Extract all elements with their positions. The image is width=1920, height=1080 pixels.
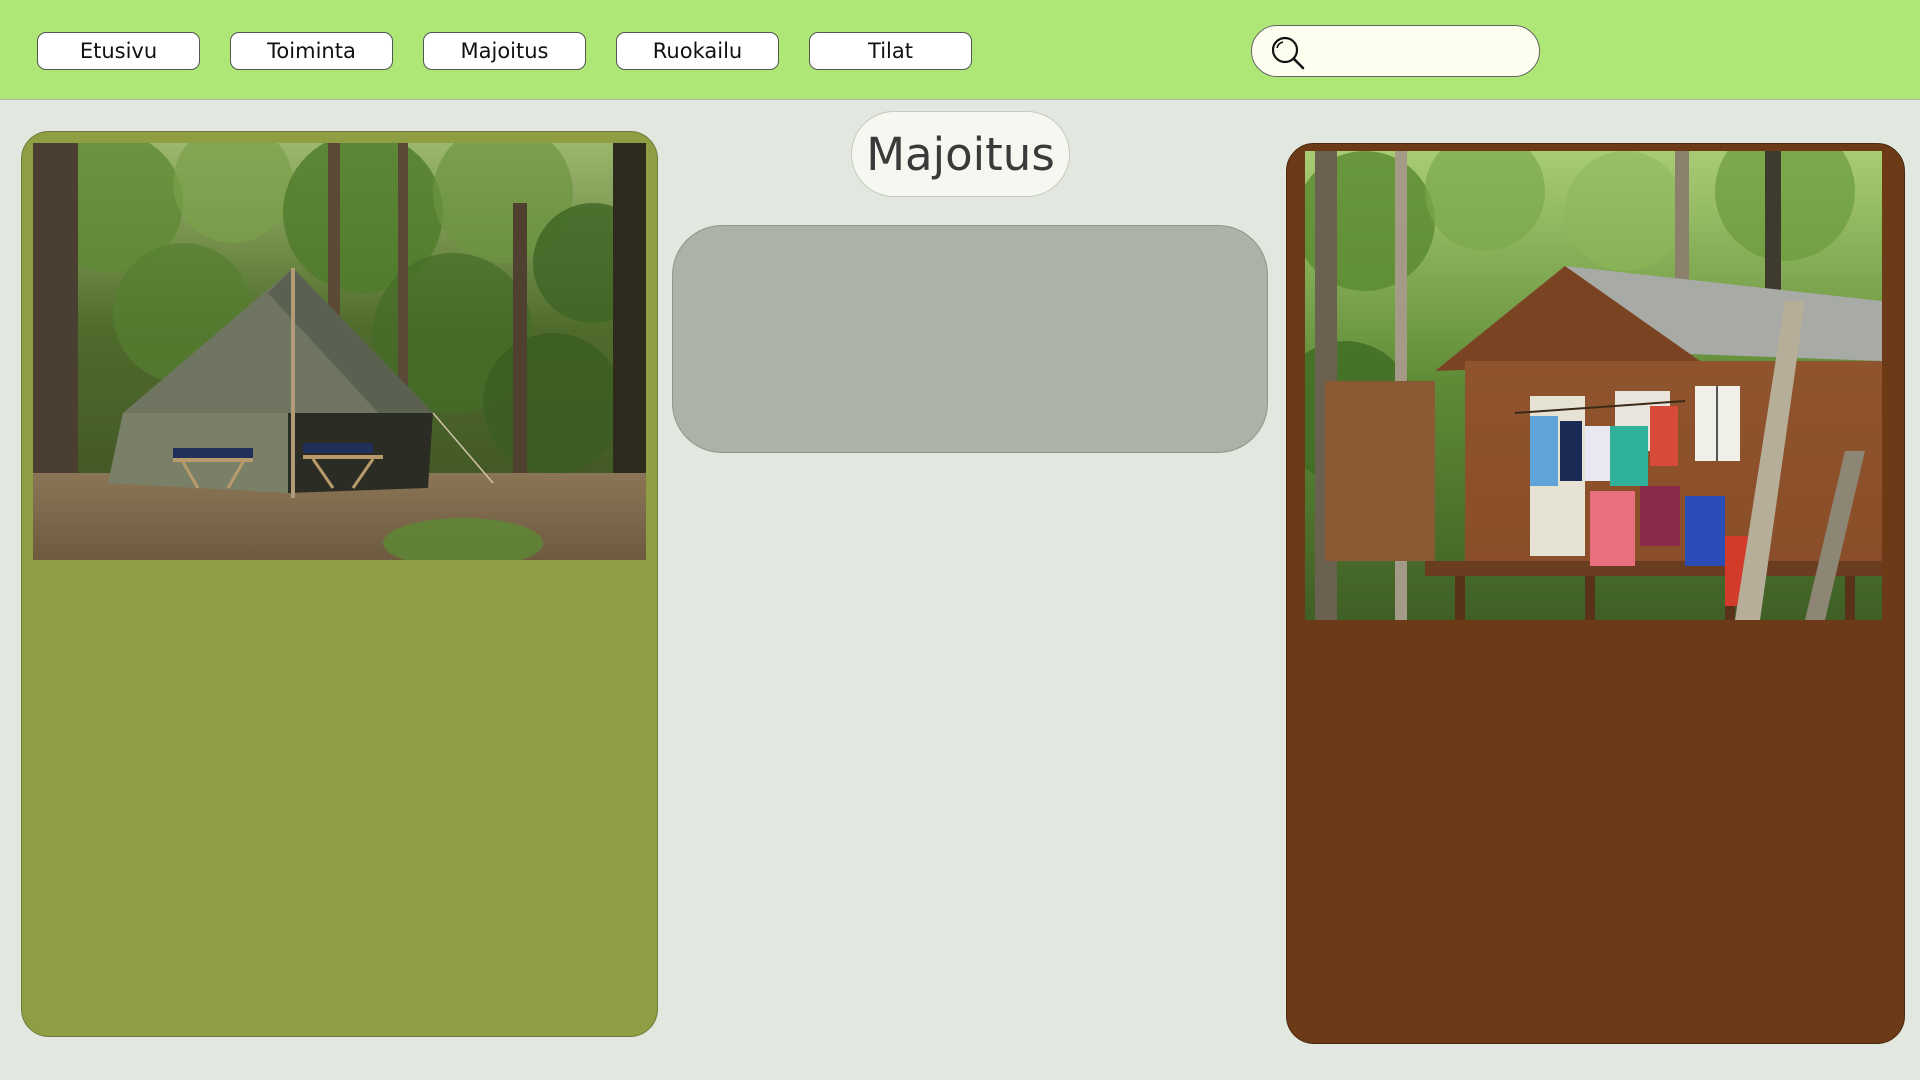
tent-in-forest-photo bbox=[33, 143, 646, 560]
top-navigation-bar: Etusivu Toiminta Majoitus Ruokailu Tilat bbox=[0, 0, 1920, 100]
search-icon bbox=[1271, 36, 1305, 70]
nav-button-toiminta[interactable]: Toiminta bbox=[230, 32, 393, 70]
info-box bbox=[672, 225, 1268, 453]
nav-button-tilat[interactable]: Tilat bbox=[809, 32, 972, 70]
search-input[interactable] bbox=[1316, 34, 1526, 68]
cabin-accommodation-card[interactable] bbox=[1286, 143, 1905, 1044]
nav-button-etusivu[interactable]: Etusivu bbox=[37, 32, 200, 70]
search-bar[interactable] bbox=[1251, 25, 1540, 77]
nav-button-ruokailu[interactable]: Ruokailu bbox=[616, 32, 779, 70]
nav-button-majoitus[interactable]: Majoitus bbox=[423, 32, 586, 70]
page-title: Majoitus bbox=[851, 111, 1070, 197]
wooden-cabin-photo bbox=[1305, 151, 1882, 620]
tent-accommodation-card[interactable] bbox=[21, 131, 658, 1037]
